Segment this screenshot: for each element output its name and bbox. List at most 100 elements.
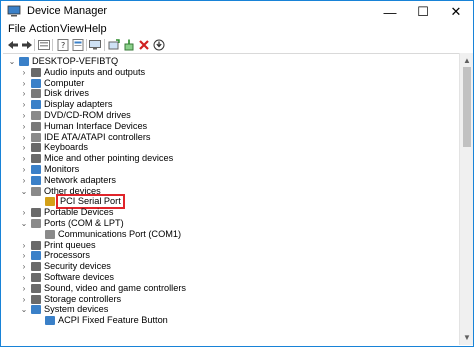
device-icon bbox=[31, 305, 41, 315]
device-icon bbox=[45, 316, 55, 326]
close-button[interactable]: ✕ bbox=[439, 1, 473, 23]
tree-category[interactable]: › Keyboards bbox=[19, 142, 88, 153]
tree-item-label: Security devices bbox=[44, 261, 111, 272]
tree-item-label: Audio inputs and outputs bbox=[44, 66, 146, 77]
chevron-right-icon[interactable]: › bbox=[19, 133, 29, 142]
tree-child-item[interactable]: Communications Port (COM1) bbox=[33, 229, 181, 240]
tree-item-label: Sound, video and game controllers bbox=[44, 282, 186, 293]
menu-action[interactable]: Action bbox=[29, 23, 60, 35]
tree-category[interactable]: › Audio inputs and outputs bbox=[19, 67, 145, 78]
chevron-right-icon[interactable]: › bbox=[19, 122, 29, 131]
maximize-button[interactable]: ☐ bbox=[406, 1, 440, 23]
scroll-up-arrow-icon[interactable]: ▲ bbox=[463, 56, 471, 65]
tree-item-label: DESKTOP-VEFIBTQ bbox=[32, 56, 119, 66]
tree-item-label: Ports (COM & LPT) bbox=[44, 218, 124, 228]
scrollbar-thumb[interactable] bbox=[463, 67, 471, 147]
device-tree[interactable]: ⌄ DESKTOP-VEFIBTQ › Audio inputs and output… bbox=[3, 53, 459, 345]
device-icon bbox=[31, 175, 41, 185]
tree-category[interactable]: › Mice and other pointing devices bbox=[19, 153, 173, 164]
tree-category[interactable]: › Network adapters bbox=[19, 175, 116, 186]
menu-file[interactable]: File bbox=[8, 23, 26, 35]
chevron-right-icon[interactable]: › bbox=[19, 68, 29, 77]
chevron-right-icon[interactable]: › bbox=[19, 154, 29, 163]
chevron-right-icon[interactable]: › bbox=[19, 251, 29, 260]
tree-category[interactable]: › Display adapters bbox=[19, 99, 112, 110]
chevron-right-icon[interactable]: › bbox=[19, 111, 29, 120]
chevron-right-icon[interactable]: › bbox=[19, 176, 29, 185]
device-icon bbox=[31, 186, 41, 196]
chevron-right-icon[interactable]: › bbox=[19, 165, 29, 174]
tree-item-label: Disk drives bbox=[44, 88, 89, 99]
chevron-right-icon[interactable]: › bbox=[19, 89, 29, 98]
tree-category[interactable]: ⌄ Ports (COM & LPT) bbox=[19, 218, 124, 229]
scan-icon[interactable] bbox=[107, 38, 121, 52]
chevron-right-icon[interactable]: › bbox=[19, 241, 29, 250]
tree-category[interactable]: ⌄ Other devices bbox=[19, 186, 101, 197]
tree-category[interactable]: › Human Interface Devices bbox=[19, 121, 147, 132]
forward-arrow-icon[interactable] bbox=[20, 38, 34, 52]
device-icon bbox=[31, 132, 41, 142]
tree-category[interactable]: › Storage controllers bbox=[19, 294, 121, 305]
tree-child-item[interactable]: ACPI Fixed Feature Button bbox=[33, 315, 168, 326]
tree-item-label: Mice and other pointing devices bbox=[44, 153, 174, 164]
toolbar-separator bbox=[86, 39, 87, 51]
chevron-right-icon[interactable]: › bbox=[19, 100, 29, 109]
chevron-down-icon[interactable]: ⌄ bbox=[19, 305, 29, 314]
device-manager-app-icon bbox=[7, 5, 21, 17]
tree-category[interactable]: › Security devices bbox=[19, 261, 111, 272]
scroll-down-arrow-icon[interactable]: ▼ bbox=[463, 333, 471, 342]
device-icon bbox=[31, 111, 41, 120]
tree-child-item[interactable]: PCI Serial Port bbox=[33, 194, 125, 210]
toolbar-separator bbox=[52, 39, 53, 51]
tree-item-label: IDE ATA/ATAPI controllers bbox=[44, 131, 151, 142]
tree-category[interactable]: › Sound, video and game controllers bbox=[19, 283, 186, 294]
chevron-down-icon[interactable]: ⌄ bbox=[7, 57, 17, 66]
chevron-right-icon[interactable]: › bbox=[19, 208, 29, 217]
device-icon bbox=[45, 229, 55, 239]
tree-category[interactable]: › Portable Devices bbox=[19, 207, 113, 218]
device-icon bbox=[31, 121, 41, 131]
tree-category[interactable]: › Processors bbox=[19, 250, 90, 261]
properties-icon[interactable] bbox=[37, 38, 51, 52]
help-icon[interactable]: ? bbox=[56, 38, 70, 52]
tree-category[interactable]: › Print queues bbox=[19, 240, 96, 251]
chevron-right-icon[interactable]: › bbox=[19, 295, 29, 304]
view-icon[interactable] bbox=[71, 38, 85, 52]
chevron-right-icon[interactable]: › bbox=[19, 143, 29, 152]
vertical-scrollbar[interactable]: ▲ ▼ bbox=[459, 53, 473, 345]
chevron-right-icon[interactable]: › bbox=[19, 273, 29, 282]
chevron-right-icon[interactable]: › bbox=[19, 284, 29, 293]
device-icon bbox=[19, 57, 29, 66]
minimize-button[interactable]: — bbox=[373, 1, 407, 23]
device-icon bbox=[31, 273, 41, 282]
uninstall-icon[interactable] bbox=[137, 38, 151, 52]
chevron-right-icon[interactable]: › bbox=[19, 79, 29, 88]
monitor-view-icon[interactable] bbox=[88, 38, 102, 52]
chevron-down-icon[interactable]: ⌄ bbox=[19, 219, 29, 228]
menu-help[interactable]: Help bbox=[84, 23, 107, 35]
tree-category[interactable]: › IDE ATA/ATAPI controllers bbox=[19, 132, 151, 143]
tree-category[interactable]: › Computer bbox=[19, 78, 84, 89]
device-icon bbox=[31, 283, 41, 293]
tree-item-label: Processors bbox=[44, 250, 90, 261]
update-driver-icon[interactable] bbox=[122, 38, 136, 52]
tree-category[interactable]: ⌄ System devices bbox=[19, 304, 108, 315]
title-bar[interactable]: Device Manager — ☐ ✕ bbox=[1, 1, 473, 23]
toolbar: ? bbox=[1, 37, 473, 53]
download-driver-icon[interactable] bbox=[152, 38, 166, 52]
tree-root[interactable]: ⌄ DESKTOP-VEFIBTQ bbox=[7, 56, 118, 67]
tree-category[interactable]: › Software devices bbox=[19, 272, 114, 283]
chevron-right-icon[interactable]: › bbox=[19, 262, 29, 271]
device-icon bbox=[31, 67, 41, 77]
tree-item-label: Network adapters bbox=[44, 174, 117, 185]
tree-category[interactable]: › DVD/CD-ROM drives bbox=[19, 110, 131, 121]
device-icon bbox=[31, 294, 41, 304]
chevron-down-icon[interactable]: ⌄ bbox=[19, 187, 29, 196]
tree-category[interactable]: › Disk drives bbox=[19, 88, 89, 99]
menu-view[interactable]: View bbox=[60, 23, 84, 35]
tree-category[interactable]: › Monitors bbox=[19, 164, 79, 175]
back-arrow-icon[interactable] bbox=[6, 38, 20, 52]
tree-item-label: Computer bbox=[44, 77, 85, 88]
device-icon bbox=[45, 197, 55, 207]
device-manager-window: Device Manager — ☐ ✕ File Action View He… bbox=[0, 0, 474, 347]
